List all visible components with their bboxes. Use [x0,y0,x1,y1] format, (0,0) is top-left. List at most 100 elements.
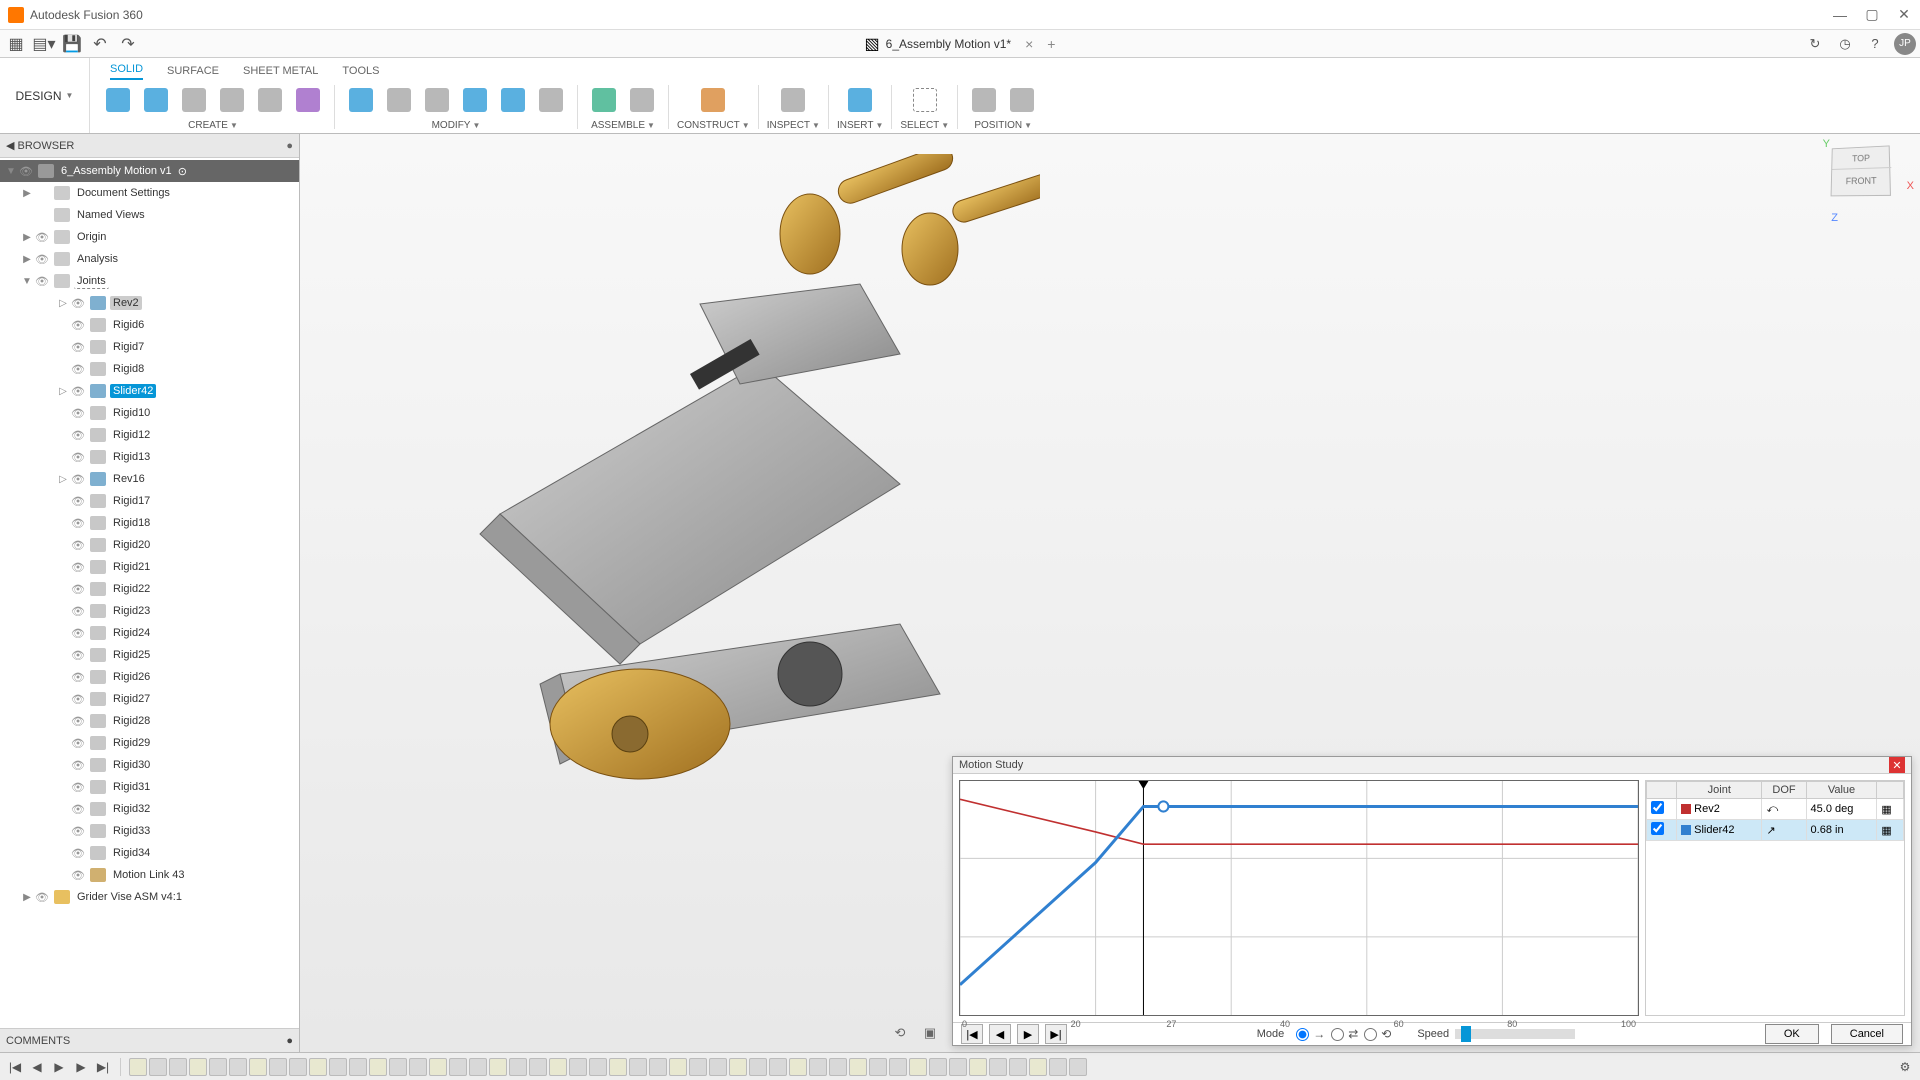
timeline-feature[interactable] [469,1058,487,1076]
viewcube-front-face[interactable]: FRONT [1832,166,1892,195]
tree-joint-rigid21[interactable]: 👁Rigid21 [0,556,299,578]
row-menu-slider42[interactable]: ▦ [1877,820,1904,841]
timeline-feature[interactable] [689,1058,707,1076]
tree-doc-settings[interactable]: ▶Document Settings [0,182,299,204]
value-slider42[interactable]: 0.68 in [1806,820,1877,841]
move-button[interactable] [533,82,569,118]
timeline-feature[interactable] [449,1058,467,1076]
browser-tree[interactable]: ▼👁 6_Assembly Motion v1 ⊙ ▶Document Sett… [0,158,299,1028]
tree-joint-rigid24[interactable]: 👁Rigid24 [0,622,299,644]
tree-joints-folder[interactable]: ▼👁Joints [0,270,299,292]
timeline-feature[interactable] [149,1058,167,1076]
comments-footer[interactable]: COMMENTS ● [0,1028,299,1052]
select-button[interactable] [907,82,943,118]
motion-row-rev2[interactable]: Rev2 ⤺ 45.0 deg ▦ [1647,799,1904,820]
new-tab-button[interactable]: + [1047,36,1055,52]
timeline-feature[interactable] [749,1058,767,1076]
tree-named-views[interactable]: Named Views [0,204,299,226]
tree-origin[interactable]: ▶👁Origin [0,226,299,248]
timeline-feature[interactable] [549,1058,567,1076]
row-menu-rev2[interactable]: ▦ [1877,799,1904,820]
timeline-feature[interactable] [729,1058,747,1076]
help-button[interactable]: ? [1864,33,1886,55]
loft-button[interactable] [252,82,288,118]
timeline-feature[interactable] [529,1058,547,1076]
close-button[interactable]: ✕ [1896,7,1912,23]
fillet-button[interactable] [381,82,417,118]
tree-joint-rigid6[interactable]: 👁Rigid6 [0,314,299,336]
motion-study-close-button[interactable]: ✕ [1889,757,1905,773]
timeline-feature[interactable] [629,1058,647,1076]
timeline-feature[interactable] [1029,1058,1047,1076]
timeline-start-button[interactable]: |◀ [6,1058,24,1076]
timeline-feature[interactable] [1049,1058,1067,1076]
file-menu-button[interactable]: ▤▾ [32,32,56,56]
timeline-feature[interactable] [309,1058,327,1076]
timeline-feature[interactable] [709,1058,727,1076]
tree-joint-rigid33[interactable]: 👁Rigid33 [0,820,299,842]
timeline-fwd-button[interactable]: ▶ [72,1058,90,1076]
tree-joint-rev16[interactable]: ▷👁Rev16 [0,468,299,490]
motion-row-check-rev2[interactable] [1651,801,1664,814]
tree-joint-rigid20[interactable]: 👁Rigid20 [0,534,299,556]
tree-joint-rigid13[interactable]: 👁Rigid13 [0,446,299,468]
tree-joint-motion-link-43[interactable]: 👁Motion Link 43 [0,864,299,886]
tree-joint-rigid26[interactable]: 👁Rigid26 [0,666,299,688]
as-built-joint-button[interactable] [624,82,660,118]
speed-slider[interactable] [1455,1029,1575,1039]
extensions-button[interactable]: ↻ [1804,33,1826,55]
timeline-feature[interactable] [289,1058,307,1076]
user-avatar[interactable]: JP [1894,33,1916,55]
tree-joint-rigid34[interactable]: 👁Rigid34 [0,842,299,864]
tree-joint-rigid30[interactable]: 👁Rigid30 [0,754,299,776]
workspace-selector[interactable]: DESIGN▼ [0,58,90,133]
timeline-feature[interactable] [1009,1058,1027,1076]
tree-joint-rigid10[interactable]: 👁Rigid10 [0,402,299,424]
tab-tools[interactable]: TOOLS [342,65,379,80]
tree-joint-rigid17[interactable]: 👁Rigid17 [0,490,299,512]
timeline-feature[interactable] [769,1058,787,1076]
timeline-feature[interactable] [489,1058,507,1076]
app-menu-button[interactable]: ▦ [4,32,28,56]
timeline-feature[interactable] [669,1058,687,1076]
timeline-feature[interactable] [409,1058,427,1076]
press-pull-button[interactable] [343,82,379,118]
redo-button[interactable]: ↷ [116,32,140,56]
tree-joint-rigid31[interactable]: 👁Rigid31 [0,776,299,798]
extrude-button[interactable] [138,82,174,118]
motion-ok-button[interactable]: OK [1765,1024,1819,1044]
shell-button[interactable] [419,82,455,118]
tree-joint-rigid22[interactable]: 👁Rigid22 [0,578,299,600]
timeline-feature[interactable] [189,1058,207,1076]
revolve-button[interactable] [176,82,212,118]
tree-joint-rigid23[interactable]: 👁Rigid23 [0,600,299,622]
comments-collapse-button[interactable]: ● [286,1035,293,1047]
value-rev2[interactable]: 45.0 deg [1806,799,1877,820]
timeline-end-button[interactable]: ▶| [94,1058,112,1076]
motion-row-check-slider42[interactable] [1651,822,1664,835]
position-button[interactable] [966,82,1002,118]
timeline-feature[interactable] [249,1058,267,1076]
timeline-feature[interactable] [569,1058,587,1076]
viewcube[interactable]: TOP FRONT [1830,146,1900,216]
tree-component[interactable]: ▶👁Grider Vise ASM v4:1 [0,886,299,908]
tree-joint-rigid25[interactable]: 👁Rigid25 [0,644,299,666]
tree-joint-rigid18[interactable]: 👁Rigid18 [0,512,299,534]
timeline-feature[interactable] [609,1058,627,1076]
tab-close-button[interactable]: × [1025,36,1033,52]
timeline-feature[interactable] [969,1058,987,1076]
tree-joint-rigid32[interactable]: 👁Rigid32 [0,798,299,820]
split-button[interactable] [495,82,531,118]
job-status-button[interactable]: ◷ [1834,33,1856,55]
tree-joint-rigid28[interactable]: 👁Rigid28 [0,710,299,732]
tree-analysis[interactable]: ▶👁Analysis [0,248,299,270]
timeline-feature[interactable] [889,1058,907,1076]
timeline-feature[interactable] [129,1058,147,1076]
tab-solid[interactable]: SOLID [110,63,143,80]
motion-study-titlebar[interactable]: Motion Study ✕ [953,757,1911,774]
sketch-button[interactable] [100,82,136,118]
timeline-feature[interactable] [369,1058,387,1076]
timeline-feature[interactable] [429,1058,447,1076]
minimize-button[interactable]: — [1832,7,1848,23]
timeline-feature[interactable] [809,1058,827,1076]
